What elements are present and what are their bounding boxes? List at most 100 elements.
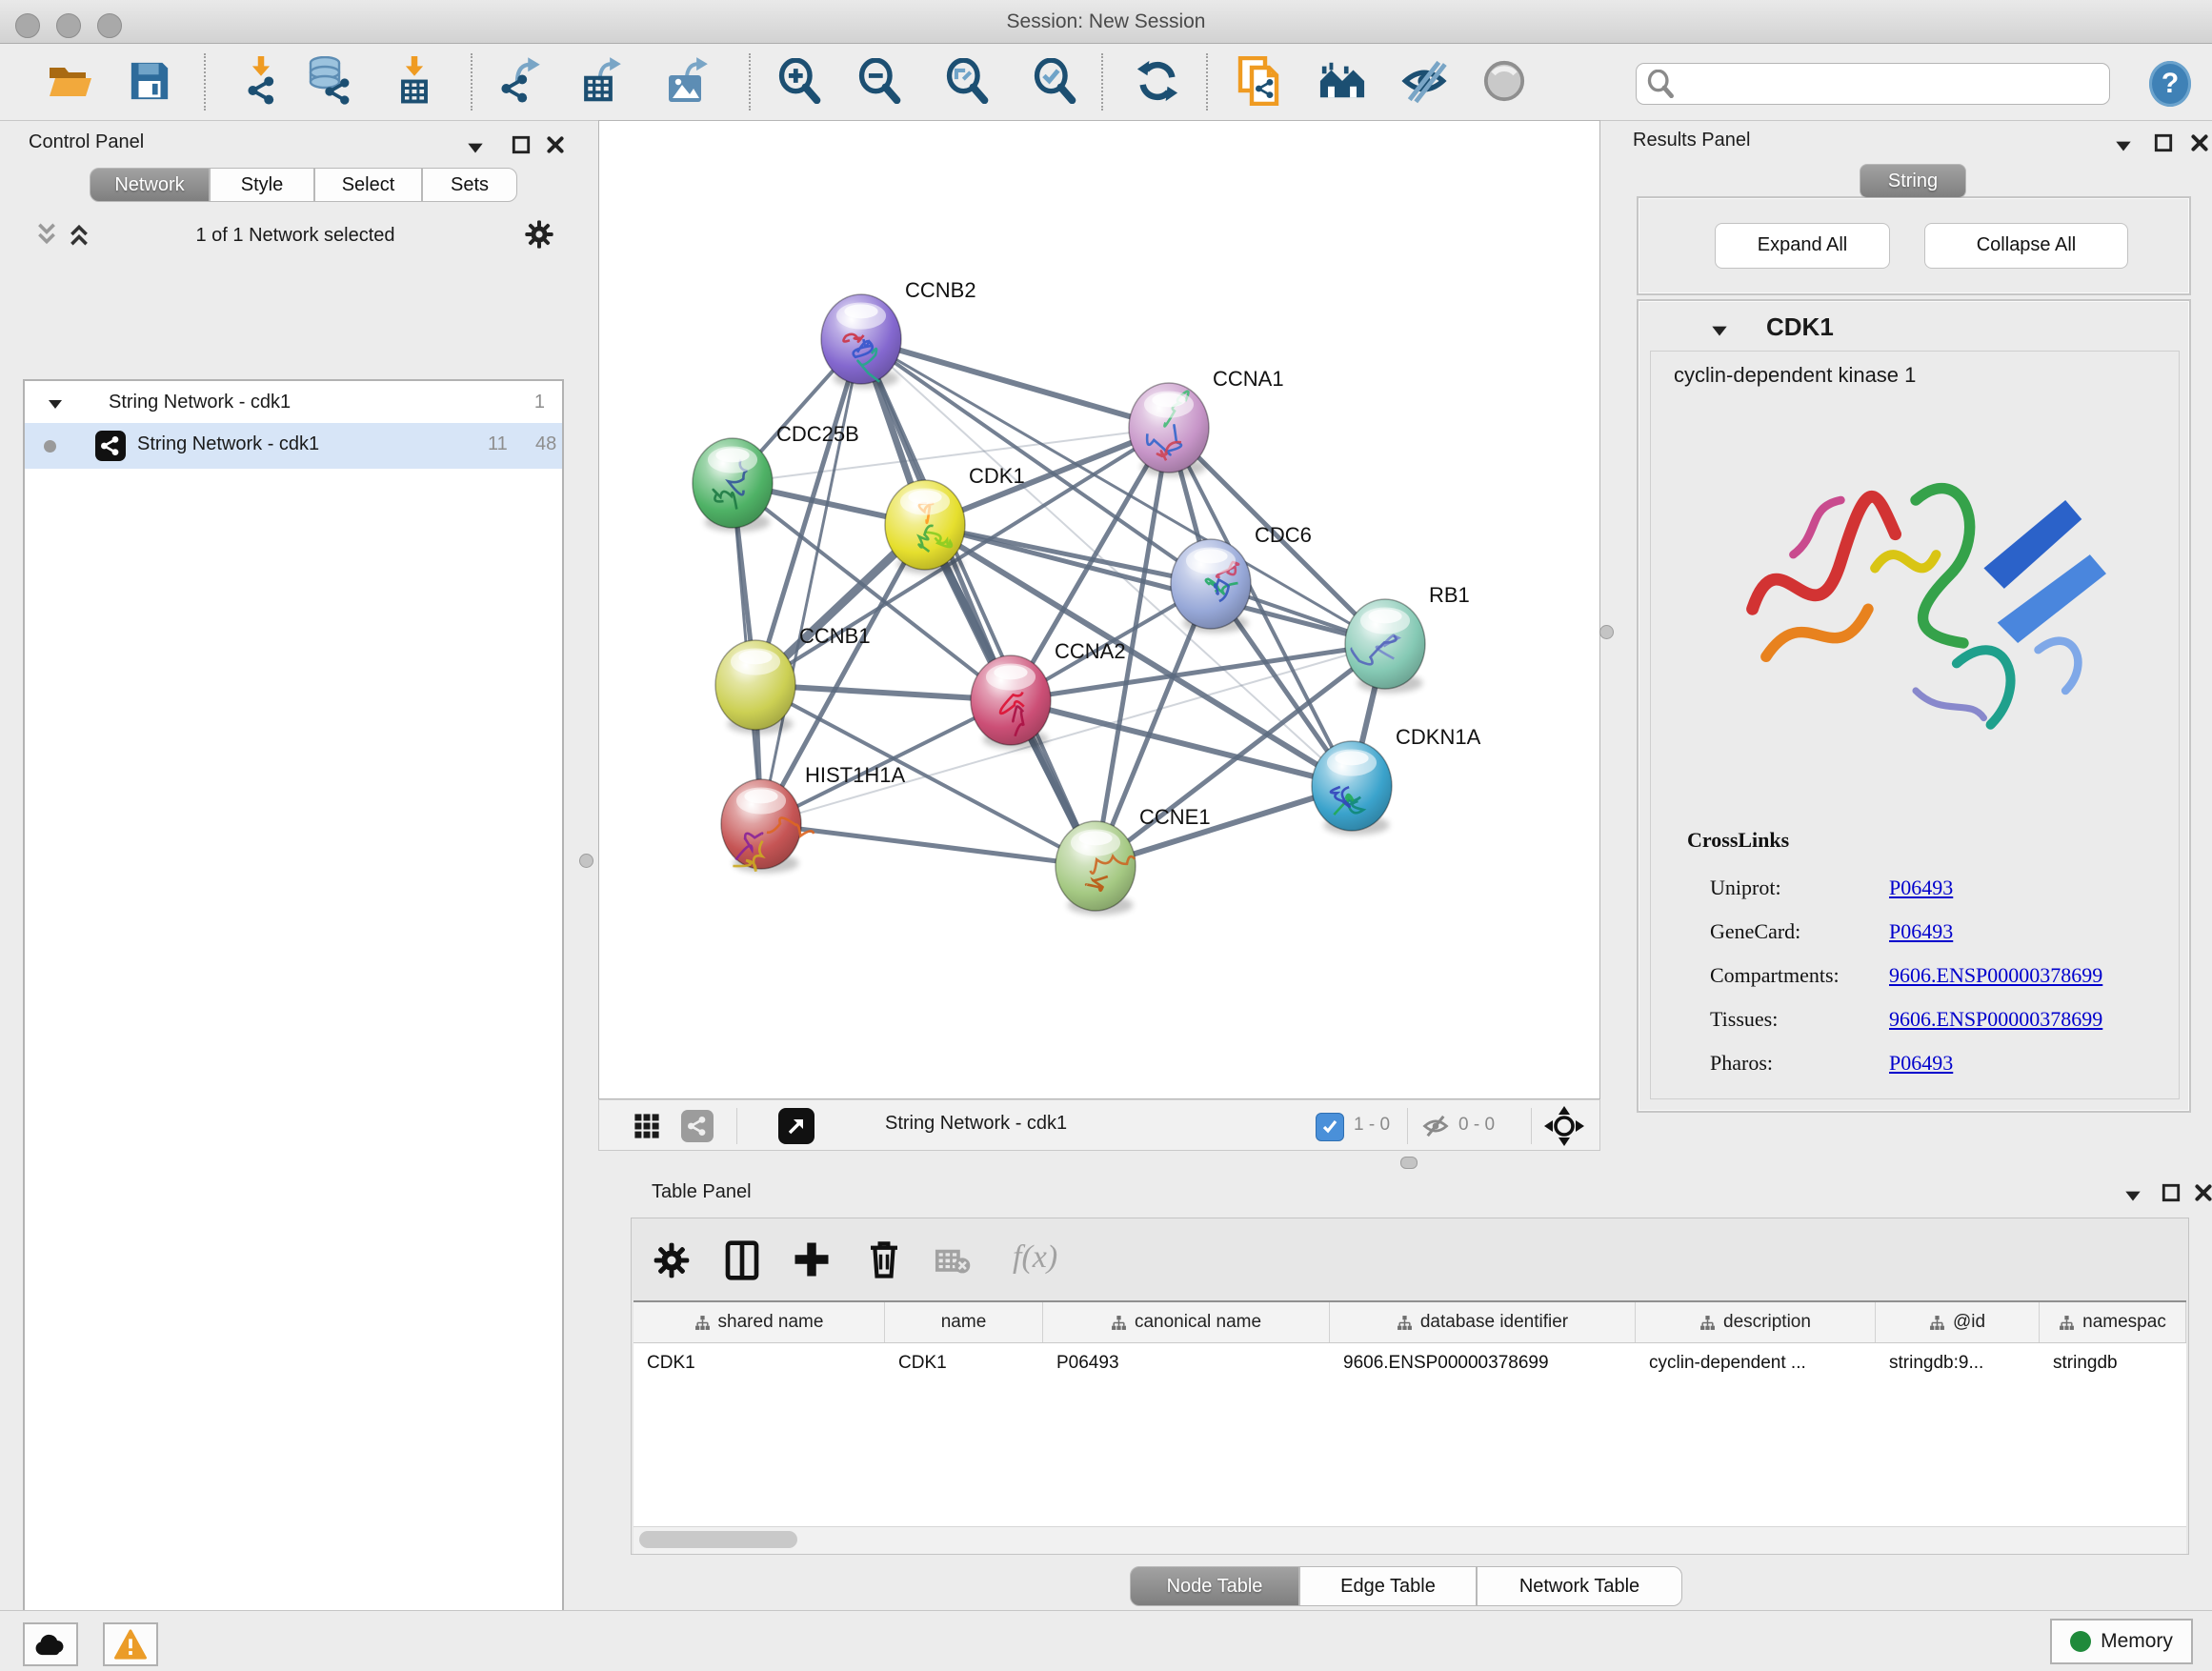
hide-selected-button[interactable]: [1397, 51, 1452, 111]
left-splitter-handle[interactable]: [579, 854, 593, 868]
network-node-RB1[interactable]: [1345, 599, 1425, 693]
refresh-layout-button[interactable]: [1130, 51, 1185, 111]
column-header-description[interactable]: description: [1636, 1302, 1876, 1342]
zoom-out-button[interactable]: [852, 51, 907, 111]
export-image-button[interactable]: [661, 51, 716, 111]
network-collection-row[interactable]: String Network - cdk1 1: [25, 385, 562, 423]
crosslink-value-link[interactable]: P06493: [1889, 876, 1953, 900]
tab-style[interactable]: Style: [210, 168, 314, 202]
string-style-icon[interactable]: [681, 1110, 714, 1142]
network-node-CCNE1[interactable]: [1056, 821, 1136, 915]
network-view-canvas[interactable]: CCNB2CCNA1CDC25BCDK1CDC6RB1CCNB1CCNA2CDK…: [598, 120, 1600, 1099]
table-panel-body: f(x) shared namenamecanonical namedataba…: [631, 1218, 2189, 1555]
column-header--id[interactable]: @id: [1876, 1302, 2040, 1342]
import-table-file-button[interactable]: [387, 51, 442, 111]
tab-sets[interactable]: Sets: [422, 168, 517, 202]
network-node-CDC25B[interactable]: [693, 438, 773, 532]
crosslink-value-link[interactable]: P06493: [1889, 919, 1953, 944]
import-network-database-button[interactable]: [302, 51, 357, 111]
table-hscrollbar-thumb[interactable]: [639, 1531, 797, 1548]
table-row[interactable]: CDK1CDK1P064939606.ENSP00000378699cyclin…: [633, 1343, 2186, 1383]
column-header-canonical-name[interactable]: canonical name: [1043, 1302, 1330, 1342]
table-cell[interactable]: CDK1: [885, 1343, 1043, 1383]
table-cell[interactable]: cyclin-dependent ...: [1636, 1343, 1876, 1383]
expand-all-button[interactable]: Expand All: [1715, 223, 1890, 269]
show-all-button[interactable]: [1477, 51, 1532, 111]
collection-expander-icon[interactable]: [46, 394, 65, 413]
collapse-panel-icon[interactable]: [465, 137, 486, 158]
close-panel-icon[interactable]: [2193, 1182, 2212, 1203]
crosslink-value-link[interactable]: 9606.ENSP00000378699: [1889, 1007, 2102, 1032]
table-cell[interactable]: stringdb: [2040, 1343, 2186, 1383]
delete-column-trash-icon[interactable]: [864, 1238, 904, 1281]
table-cell[interactable]: CDK1: [633, 1343, 885, 1383]
help-button[interactable]: ?: [2149, 61, 2191, 107]
cloud-button[interactable]: [23, 1622, 78, 1666]
collapse-all-button[interactable]: Collapse All: [1924, 223, 2128, 269]
network-node-CCNB1[interactable]: [715, 640, 795, 734]
save-session-button[interactable]: [122, 51, 177, 111]
zoom-in-button[interactable]: [772, 51, 827, 111]
network-node-CCNA2[interactable]: [971, 655, 1051, 749]
crosslink-value-link[interactable]: 9606.ENSP00000378699: [1889, 963, 2102, 988]
table-cell[interactable]: P06493: [1043, 1343, 1330, 1383]
network-node-HIST1H1A[interactable]: [721, 779, 814, 873]
crosslink-value-link[interactable]: P06493: [1889, 1051, 1953, 1076]
zoom-selected-button[interactable]: [1027, 51, 1082, 111]
tab-edge-table[interactable]: Edge Table: [1299, 1566, 1477, 1606]
table-options-gear-icon[interactable]: [653, 1241, 691, 1279]
network-row-selected[interactable]: String Network - cdk1 11 48: [25, 423, 562, 469]
tab-network[interactable]: Network: [90, 168, 210, 202]
column-header-database-identifier[interactable]: database identifier: [1330, 1302, 1636, 1342]
network-node-CCNA1[interactable]: [1129, 383, 1209, 476]
column-header-shared-name[interactable]: shared name: [633, 1302, 885, 1342]
home-neighbors-button[interactable]: [1315, 51, 1370, 111]
tab-string[interactable]: String: [1860, 164, 1966, 198]
bottom-splitter-handle[interactable]: [1400, 1157, 1418, 1169]
expand-all-networks-icon[interactable]: [67, 221, 91, 248]
float-panel-icon[interactable]: [2153, 132, 2174, 153]
column-header-namespac[interactable]: namespac: [2040, 1302, 2186, 1342]
crosslink-row: Tissues:9606.ENSP00000378699: [1710, 997, 2167, 1041]
float-panel-icon[interactable]: [511, 134, 532, 155]
tab-node-table[interactable]: Node Table: [1130, 1566, 1299, 1606]
show-columns-icon[interactable]: [723, 1239, 761, 1281]
network-node-CCNB2[interactable]: [821, 294, 901, 388]
selected-checkbox-icon[interactable]: [1316, 1113, 1344, 1141]
float-panel-icon[interactable]: [2161, 1182, 2182, 1203]
duplicate-network-button[interactable]: [1232, 51, 1287, 111]
zoom-fit-button[interactable]: [939, 51, 995, 111]
close-panel-icon[interactable]: [545, 134, 566, 155]
table-hscrollbar-track[interactable]: [633, 1527, 2186, 1554]
collapse-panel-icon[interactable]: [2113, 135, 2134, 156]
birds-eye-grid-icon[interactable]: [633, 1113, 660, 1139]
open-session-button[interactable]: [43, 51, 98, 111]
open-in-window-icon[interactable]: [778, 1108, 814, 1144]
column-header-name[interactable]: name: [885, 1302, 1043, 1342]
zoom-fit-icon: [944, 58, 990, 104]
table-cell[interactable]: 9606.ENSP00000378699: [1330, 1343, 1636, 1383]
search-input[interactable]: [1636, 63, 2110, 105]
import-network-file-button[interactable]: [233, 51, 289, 111]
table-cell[interactable]: stringdb:9...: [1876, 1343, 2040, 1383]
memory-button[interactable]: Memory: [2050, 1619, 2193, 1664]
fit-content-crosshair-icon[interactable]: [1544, 1106, 1584, 1146]
network-options-gear-icon[interactable]: [524, 219, 554, 250]
collapse-panel-icon[interactable]: [2122, 1185, 2143, 1206]
hidden-eye-slash-icon[interactable]: [1422, 1113, 1449, 1139]
protein-expander-icon[interactable]: [1709, 320, 1730, 341]
network-node-CDK1[interactable]: [885, 480, 965, 574]
create-column-plus-icon[interactable]: [792, 1239, 832, 1279]
collapse-all-networks-icon[interactable]: [34, 221, 59, 248]
protein-name: CDK1: [1766, 312, 1834, 342]
export-table-button[interactable]: [574, 51, 630, 111]
warnings-button[interactable]: [103, 1622, 158, 1666]
string-network-graph[interactable]: CCNB2CCNA1CDC25BCDK1CDC6RB1CCNB1CCNA2CDK…: [599, 121, 1599, 1098]
network-node-CDKN1A[interactable]: [1312, 741, 1392, 835]
tab-select[interactable]: Select: [314, 168, 422, 202]
tab-network-table[interactable]: Network Table: [1477, 1566, 1682, 1606]
export-network-button[interactable]: [493, 51, 549, 111]
node-label-CCNA2: CCNA2: [1055, 639, 1126, 663]
close-panel-icon[interactable]: [2189, 132, 2210, 153]
network-node-CDC6[interactable]: [1171, 539, 1251, 633]
